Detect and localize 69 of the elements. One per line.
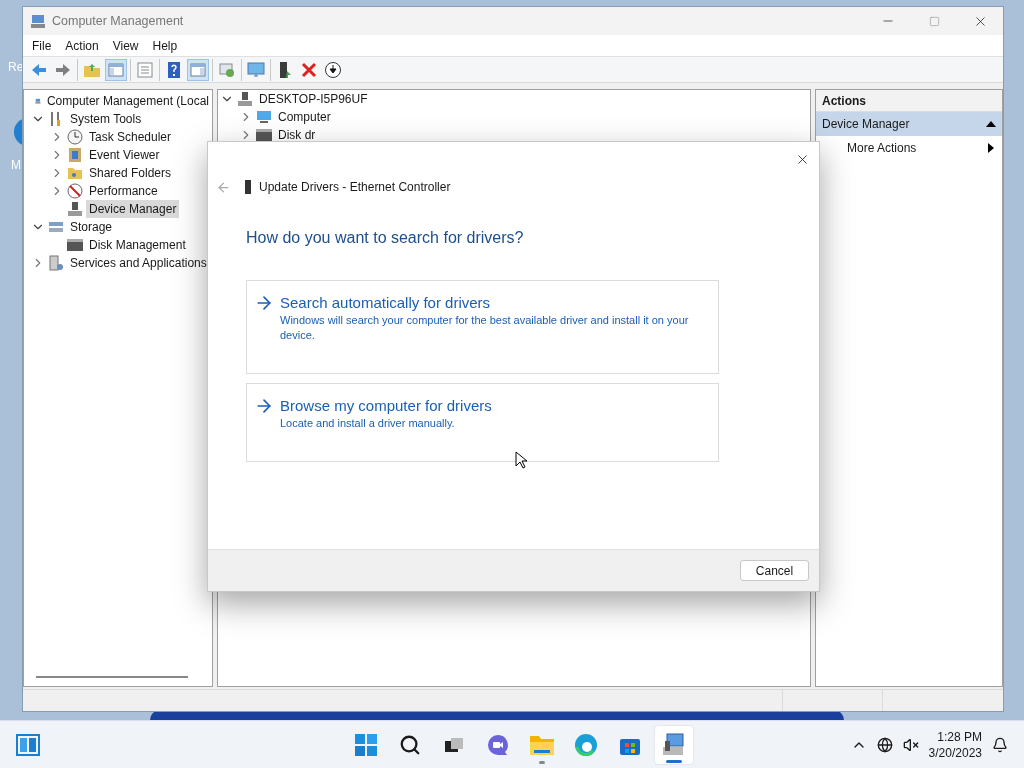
pane-icon xyxy=(189,60,207,79)
cancel-button[interactable]: Cancel xyxy=(740,560,809,581)
delete-icon xyxy=(300,60,318,79)
device-icon xyxy=(67,201,83,217)
option-title: Browse my computer for drivers xyxy=(280,396,492,416)
tree-item[interactable]: Services and Applications xyxy=(67,254,210,272)
actions-section-header[interactable]: Device Manager xyxy=(816,112,1002,136)
mouse-cursor-icon xyxy=(515,451,527,469)
maximize-icon xyxy=(928,15,940,27)
download-icon xyxy=(324,60,342,79)
window-title: Computer Management xyxy=(52,12,185,30)
clock-time[interactable]: 1:28 PM xyxy=(937,728,982,745)
chat-icon xyxy=(486,732,511,757)
tree-item[interactable]: Computer xyxy=(275,108,334,126)
windows-logo-icon xyxy=(354,732,379,757)
volume-muted-icon[interactable] xyxy=(902,736,919,753)
actions-header: Actions xyxy=(816,90,1002,112)
tree-item[interactable]: Storage xyxy=(67,218,116,236)
device-icon xyxy=(245,180,251,194)
dialog-title: Update Drivers - Ethernet Controller xyxy=(259,179,451,196)
gauge-icon xyxy=(67,183,83,199)
running-indicator xyxy=(666,759,683,763)
list-icon xyxy=(136,60,154,79)
action-item[interactable]: More Actions xyxy=(816,136,1002,160)
menu-item[interactable]: File xyxy=(26,36,58,55)
disk-icon xyxy=(67,237,83,253)
storage-icon xyxy=(48,219,64,235)
search-icon xyxy=(399,733,422,756)
computer-icon xyxy=(30,13,46,29)
monitor-icon xyxy=(247,60,265,79)
menu-item[interactable]: View xyxy=(106,36,145,55)
desktop-icon-label: Re xyxy=(8,59,24,76)
tree-item[interactable]: DESKTOP-I5P96UF xyxy=(256,90,371,108)
services-icon xyxy=(48,255,64,271)
option-description: Windows will search your computer for the best available driver and install it on your device. xyxy=(280,313,690,343)
monitor-icon xyxy=(256,109,272,125)
option-title: Search automatically for drivers xyxy=(280,293,492,313)
tree-item[interactable]: Event Viewer xyxy=(86,146,163,164)
scan-icon xyxy=(218,60,236,79)
tree-item[interactable]: Disk Management xyxy=(86,236,189,254)
option-card[interactable]: Search automatically for drivers Windows will search your computer for the best available driver and install it on your device. xyxy=(246,280,719,374)
tree-item[interactable]: Shared Folders xyxy=(86,164,175,182)
running-indicator xyxy=(539,760,546,764)
taskbar-button[interactable] xyxy=(654,724,695,765)
disk-icon xyxy=(256,127,272,143)
pane-icon xyxy=(107,60,125,79)
notification-icon[interactable] xyxy=(992,736,1008,753)
help-icon xyxy=(165,60,183,79)
collapse-triangle-icon xyxy=(986,121,996,127)
browser-icon xyxy=(574,732,599,757)
menu-item[interactable]: Action xyxy=(59,36,105,55)
tree-item[interactable]: Task Scheduler xyxy=(86,128,175,146)
desktop-icon-label: M xyxy=(11,157,21,174)
menu-item[interactable]: Help xyxy=(146,36,184,55)
tree-item[interactable]: Computer Management (Local xyxy=(43,92,212,110)
tree-item[interactable]: Device Manager xyxy=(86,200,180,218)
tree-item[interactable]: System Tools xyxy=(67,110,145,128)
network-icon[interactable] xyxy=(876,736,893,753)
widgets-icon[interactable] xyxy=(16,733,40,756)
clock-icon xyxy=(67,129,83,145)
dialog-heading: How do you want to search for drivers? xyxy=(246,228,525,248)
shared-folder-icon xyxy=(67,165,83,181)
log-icon xyxy=(67,147,83,163)
submenu-triangle-icon xyxy=(988,143,994,153)
clock-date[interactable]: 3/20/2023 xyxy=(928,744,982,761)
option-description: Locate and install a driver manually. xyxy=(280,416,456,431)
option-card[interactable]: Browse my computer for drivers Locate and install a driver manually. xyxy=(246,383,719,462)
tree-item[interactable]: Performance xyxy=(86,182,161,200)
tree-item[interactable]: Disk dr xyxy=(275,126,319,144)
